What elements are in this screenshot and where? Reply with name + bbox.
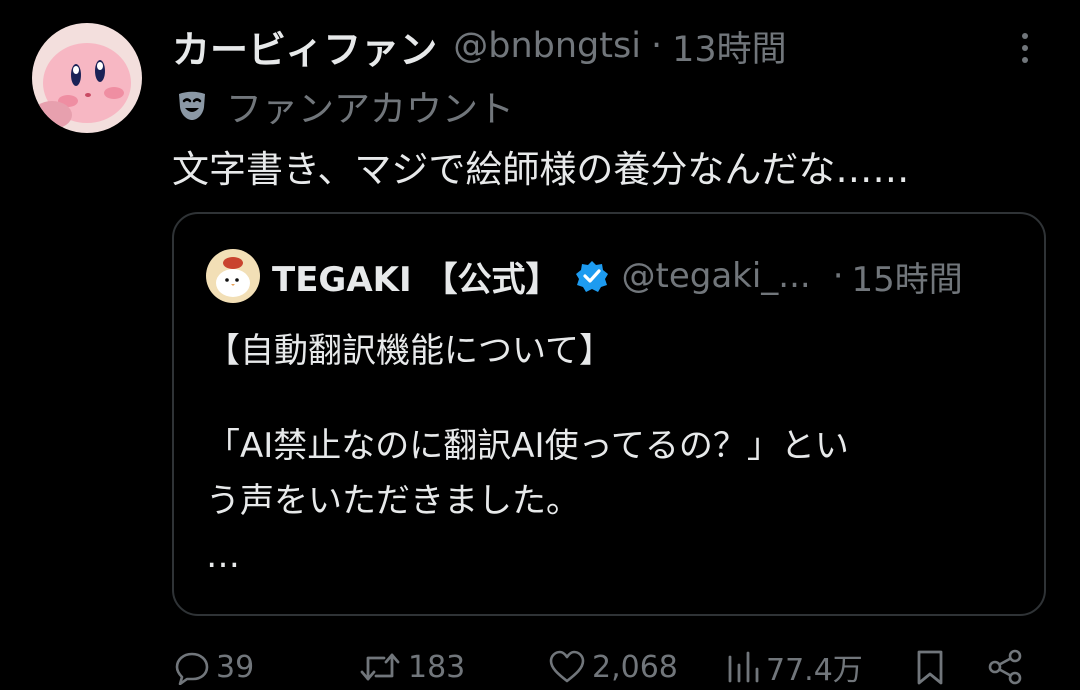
bookmark-icon xyxy=(917,650,943,685)
views-chart-icon xyxy=(728,651,759,683)
views-count: 77.4万 xyxy=(766,653,863,688)
repost-icon xyxy=(360,653,400,681)
reply-count: 39 xyxy=(216,649,255,685)
reply-button[interactable]: 39 xyxy=(174,644,254,690)
account-label: ファンアカウント xyxy=(172,80,514,132)
heart-icon xyxy=(549,650,585,683)
like-count: 2,068 xyxy=(592,649,678,685)
author-handle[interactable]: @bnbngtsi xyxy=(453,26,641,66)
repost-count: 183 xyxy=(408,649,466,685)
like-button[interactable]: 2,068 xyxy=(548,644,678,690)
share-icon xyxy=(988,649,1022,685)
quoted-author-display-name: TEGAKI 【公式】 xyxy=(272,259,560,300)
quoted-author-avatar xyxy=(206,249,260,303)
post-header: カービィファン @bnbngtsi · 13時間 xyxy=(172,18,787,74)
share-button[interactable] xyxy=(986,644,1024,690)
quoted-text-line: 「AI禁止なのに翻訳AI使ってるの？」とい xyxy=(206,426,849,466)
views-button[interactable]: 77.4万 xyxy=(726,644,863,690)
author-avatar[interactable] xyxy=(32,23,142,133)
action-bar: 39 183 2,068 77.4万 xyxy=(0,644,1080,690)
quoted-post-card[interactable]: TEGAKI 【公式】 @tegaki_... · 15時間 【自動翻訳機能につ… xyxy=(172,212,1046,616)
quoted-post-header: TEGAKI 【公式】 @tegaki_... · 15時間 xyxy=(206,248,963,304)
bookmark-button[interactable] xyxy=(914,644,946,690)
author-display-name[interactable]: カービィファン xyxy=(172,19,437,74)
header-separator: · xyxy=(650,26,663,66)
quoted-text-ellipsis: … xyxy=(206,536,240,576)
post-time[interactable]: 13時間 xyxy=(672,21,787,72)
theater-mask-icon xyxy=(172,86,212,126)
quoted-text-blank-line xyxy=(206,379,1026,419)
quoted-post-time: 15時間 xyxy=(851,259,963,300)
quoted-text-line: う声をいただきました。 xyxy=(206,481,580,521)
quoted-author-handle: @tegaki_... xyxy=(621,256,811,296)
verified-badge-icon xyxy=(575,259,609,293)
quoted-header-separator: · xyxy=(832,256,844,296)
more-vertical-icon[interactable] xyxy=(1010,26,1040,70)
quoted-text-line: 【自動翻訳機能について】 xyxy=(206,331,613,371)
post-text: 文字書き、マジで絵師様の養分なんだな…… xyxy=(172,148,910,191)
quoted-post-text: 【自動翻訳機能について】 「AI禁止なのに翻訳AI使ってるの？」とい う声をいた… xyxy=(206,324,1026,584)
account-label-text: ファンアカウント xyxy=(226,89,515,130)
reply-icon xyxy=(175,652,209,685)
repost-button[interactable]: 183 xyxy=(358,644,465,690)
